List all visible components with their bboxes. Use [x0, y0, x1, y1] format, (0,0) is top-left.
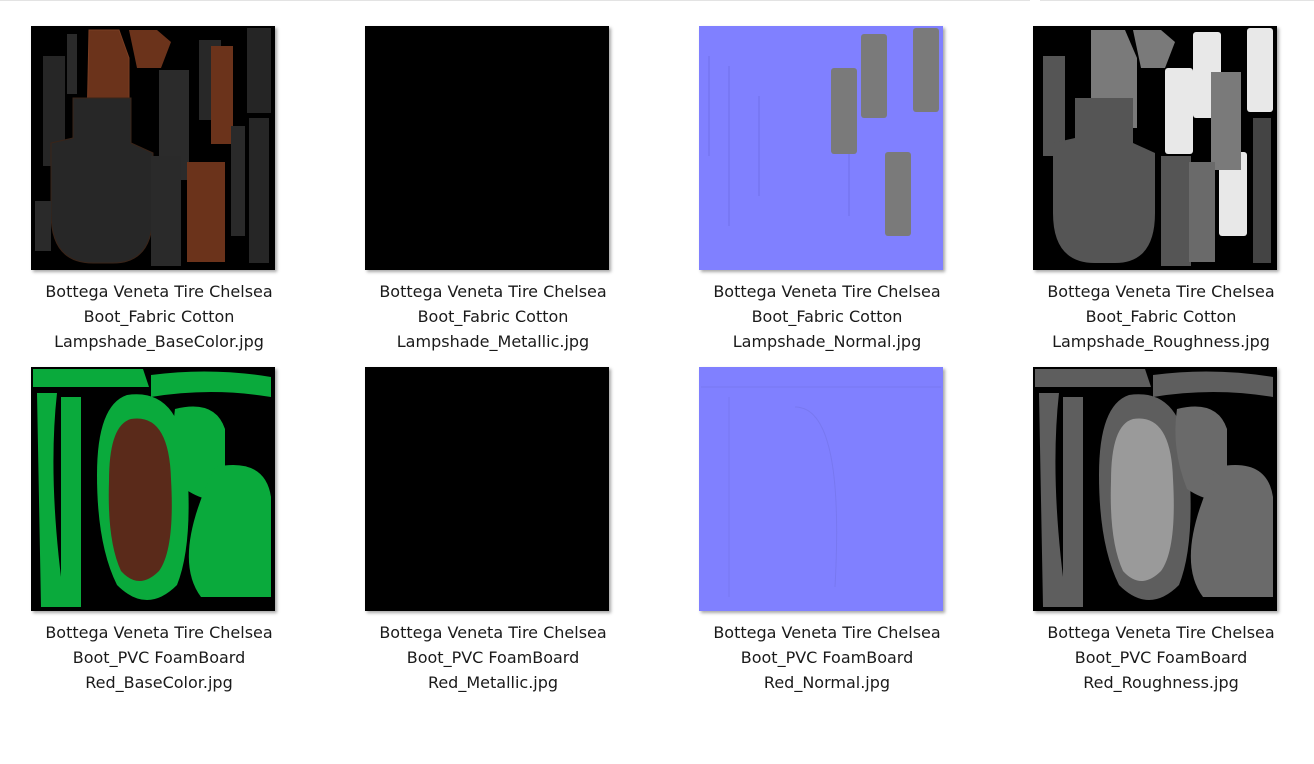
file-name: Bottega Veneta Tire Chelsea Boot_Fabric … [1005, 279, 1314, 354]
file-name-line: Boot_PVC FoamBoard [740, 648, 914, 667]
file-name: Bottega Veneta Tire Chelsea Boot_Fabric … [671, 279, 983, 354]
file-name-line: Red_Roughness.jpg [1083, 673, 1239, 692]
file-name-line: Boot_PVC FoamBoard [1074, 648, 1248, 667]
file-name-line: Boot_Fabric Cotton [83, 307, 235, 326]
file-name-line: Boot_Fabric Cotton [1085, 307, 1237, 326]
file-thumbnail[interactable] [699, 367, 943, 611]
file-name-line: Bottega Veneta Tire Chelsea [379, 623, 607, 642]
file-name: Bottega Veneta Tire Chelsea Boot_PVC Foa… [1005, 620, 1314, 695]
file-thumbnail[interactable] [31, 26, 275, 270]
file-thumbnail[interactable] [699, 26, 943, 270]
file-name-line: Lampshade_Normal.jpg [732, 332, 922, 351]
file-name: Bottega Veneta Tire Chelsea Boot_PVC Foa… [337, 620, 649, 695]
fabric-basecolor-texture [31, 26, 275, 270]
file-thumbnail[interactable] [1033, 367, 1277, 611]
file-thumbnail[interactable] [31, 367, 275, 611]
file-name-line: Boot_PVC FoamBoard [406, 648, 580, 667]
file-thumbnail[interactable] [365, 26, 609, 270]
file-name-line: Lampshade_BaseColor.jpg [54, 332, 264, 351]
metallic-texture [365, 26, 609, 270]
file-name: Bottega Veneta Tire Chelsea Boot_PVC Foa… [671, 620, 983, 695]
file-name: Bottega Veneta Tire Chelsea Boot_Fabric … [337, 279, 649, 354]
file-name-line: Bottega Veneta Tire Chelsea [45, 623, 273, 642]
file-name-line: Red_Normal.jpg [763, 673, 891, 692]
pvc-normal-texture [699, 367, 943, 611]
file-name-line: Bottega Veneta Tire Chelsea [1047, 623, 1275, 642]
metallic-texture [365, 367, 609, 611]
file-name-line: Red_BaseColor.jpg [85, 673, 233, 692]
file-name-line: Bottega Veneta Tire Chelsea [713, 282, 941, 301]
file-name-line: Boot_PVC FoamBoard [72, 648, 246, 667]
file-name: Bottega Veneta Tire Chelsea Boot_PVC Foa… [3, 620, 315, 695]
fabric-normal-texture [699, 26, 943, 270]
pvc-basecolor-texture [31, 367, 275, 611]
file-thumbnail[interactable] [1033, 26, 1277, 270]
file-thumbnail[interactable] [365, 367, 609, 611]
file-name-line: Red_Metallic.jpg [427, 673, 559, 692]
file-name-line: Bottega Veneta Tire Chelsea [45, 282, 273, 301]
file-name-line: Boot_Fabric Cotton [417, 307, 569, 326]
file-name-line: Bottega Veneta Tire Chelsea [713, 623, 941, 642]
file-name-line: Bottega Veneta Tire Chelsea [379, 282, 607, 301]
file-name-line: Lampshade_Roughness.jpg [1052, 332, 1270, 351]
file-name-line: Boot_Fabric Cotton [751, 307, 903, 326]
file-name-line: Lampshade_Metallic.jpg [396, 332, 590, 351]
pvc-roughness-texture [1033, 367, 1277, 611]
file-name-line: Bottega Veneta Tire Chelsea [1047, 282, 1275, 301]
file-name: Bottega Veneta Tire Chelsea Boot_Fabric … [3, 279, 315, 354]
fabric-roughness-texture [1033, 26, 1277, 270]
file-grid: Bottega Veneta Tire Chelsea Boot_Fabric … [0, 0, 1314, 764]
